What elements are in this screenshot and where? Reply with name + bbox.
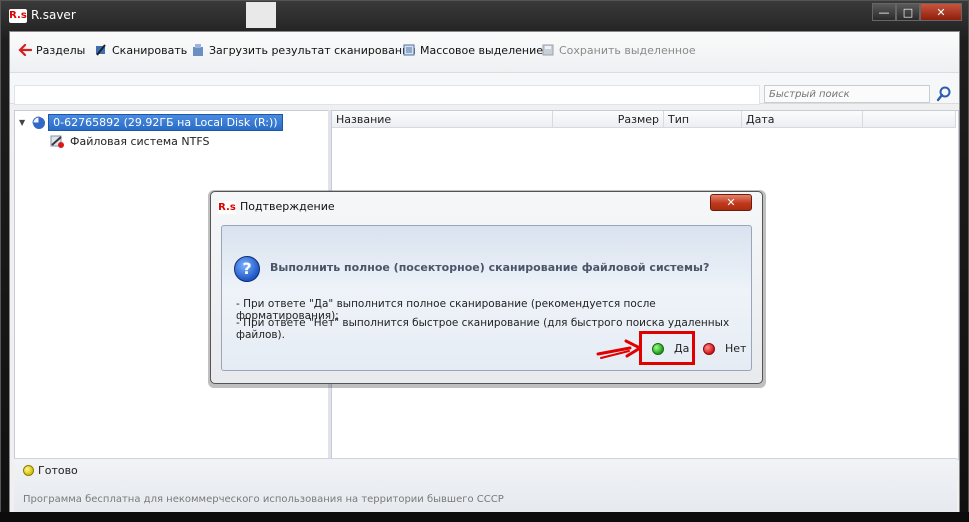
column-size[interactable]: Размер — [553, 111, 664, 128]
mass-select-button[interactable]: Массовое выделение — [402, 43, 543, 57]
save-selected-button[interactable]: Сохранить выделенное — [541, 43, 696, 57]
highlight-annotation — [639, 331, 695, 365]
status-text: Готово — [38, 464, 78, 477]
window-controls: — □ ✕ — [872, 3, 962, 21]
status-indicator-icon — [23, 465, 34, 476]
disk-icon — [31, 115, 47, 130]
no-dot-icon — [703, 342, 715, 355]
search-row — [10, 73, 959, 105]
dialog-close-button[interactable]: ✕ — [710, 194, 752, 211]
desktop-background-fragment — [246, 2, 276, 28]
title-bar[interactable]: R.s R.saver — □ ✕ — [1, 1, 968, 31]
status-bar: Готово Программа бесплатна для некоммерч… — [14, 458, 957, 513]
tree-item-disk-label: 0-62765892 (29.92ГБ на Local Disk (R:)) — [48, 114, 283, 131]
no-label: Нет — [725, 342, 747, 355]
mass-select-label: Массовое выделение — [420, 43, 543, 57]
tree-item-filesystem[interactable]: Файловая система NTFS — [49, 133, 209, 149]
scan-icon — [94, 43, 108, 57]
app-logo: R.s — [9, 9, 27, 23]
quick-search-input[interactable] — [764, 85, 930, 103]
license-notice: Программа бесплатна для некоммерческого … — [23, 494, 504, 505]
minimize-button[interactable]: — — [872, 3, 896, 21]
arrow-annotation-icon — [596, 339, 642, 359]
save-selected-label: Сохранить выделенное — [559, 43, 696, 57]
load-scan-button[interactable]: Загрузить результат сканирования — [191, 43, 416, 57]
mass-select-icon — [402, 43, 416, 57]
dialog-logo: R.s — [218, 201, 236, 214]
save-icon — [541, 43, 555, 57]
column-type[interactable]: Тип — [664, 111, 742, 128]
load-scan-label: Загрузить результат сканирования — [209, 43, 416, 57]
toolbar: Разделы Сканировать Загрузить результат … — [10, 32, 959, 73]
tree-item-disk[interactable]: ▼ 0-62765892 (29.92ГБ на Local Disk (R:)… — [19, 114, 283, 131]
question-icon: ? — [234, 256, 260, 282]
column-extra — [863, 111, 956, 128]
tree-item-filesystem-label: Файловая система NTFS — [70, 134, 210, 148]
window-title: R.saver — [31, 8, 76, 22]
no-button[interactable]: Нет — [703, 342, 746, 355]
scan-button[interactable]: Сканировать — [94, 43, 187, 57]
dialog-question: Выполнить полное (посекторное) сканирова… — [270, 261, 710, 274]
partitions-label: Разделы — [36, 43, 86, 57]
close-button[interactable]: ✕ — [920, 3, 962, 21]
load-icon — [191, 43, 205, 57]
maximize-button[interactable]: □ — [896, 3, 920, 21]
desktop-strip — [0, 512, 969, 522]
filter-bar[interactable] — [14, 85, 760, 105]
partitions-button[interactable]: Разделы — [18, 43, 85, 57]
scan-label: Сканировать — [112, 43, 188, 57]
search-icon — [936, 86, 951, 102]
column-date[interactable]: Дата — [742, 111, 863, 128]
search-button[interactable] — [935, 85, 953, 103]
back-arrow-icon — [18, 43, 33, 57]
filesystem-icon — [49, 133, 65, 149]
tree-expand-icon[interactable]: ▼ — [19, 118, 25, 127]
column-name[interactable]: Название — [332, 111, 553, 128]
dialog-title: Подтверждение — [240, 200, 335, 213]
